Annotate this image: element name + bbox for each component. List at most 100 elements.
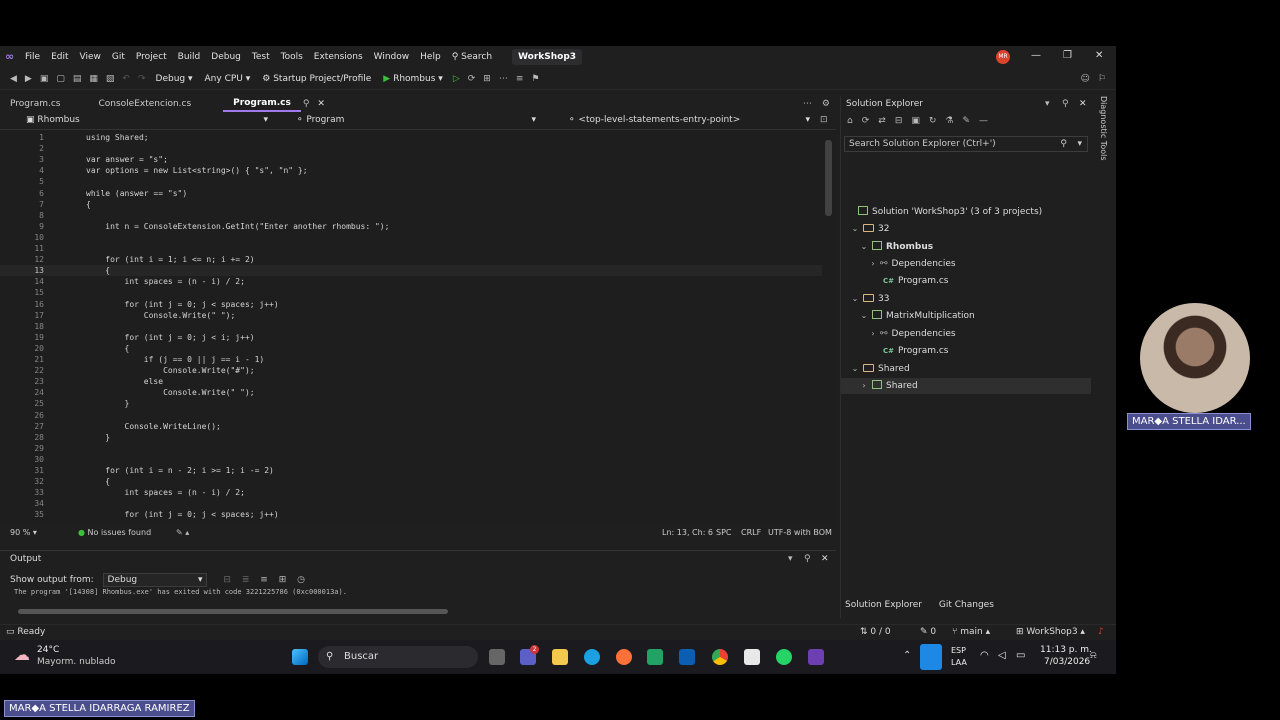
menu-build[interactable]: Build — [178, 52, 201, 62]
code-line[interactable]: 28 } — [0, 432, 822, 443]
code-line[interactable]: 14 int spaces = (n - i) / 2; — [0, 276, 822, 287]
menu-help[interactable]: Help — [420, 52, 441, 62]
show-all-files-icon[interactable]: ▣ — [911, 116, 920, 126]
type-dropdown[interactable]: ⚬ Program ▾ — [284, 115, 540, 129]
pending-changes[interactable]: ✎ 0 — [920, 627, 936, 637]
chevron-down-icon[interactable]: ⌄ — [850, 361, 860, 377]
hot-reload-icon[interactable]: ⟳ — [468, 74, 476, 84]
vertical-scrollbar[interactable] — [822, 130, 836, 526]
language-1[interactable]: ESP — [951, 646, 966, 655]
output-pin-icon[interactable]: ⚲ — [804, 554, 811, 564]
word-wrap-icon[interactable]: ≡ — [260, 575, 268, 585]
clock-icon[interactable]: ◷ — [297, 575, 305, 585]
tree-project-matrix[interactable]: ⌄ MatrixMultiplication — [841, 308, 1091, 324]
code-editor[interactable]: 1 using Shared; 2 3 var answer = "s"; 4 var op… — [0, 130, 822, 526]
cursor-position[interactable]: Ln: 13, Ch: 6 — [662, 528, 713, 537]
code-line[interactable]: 6 while (answer == "s") — [0, 188, 822, 199]
feedback-icon[interactable]: ⚐ — [1098, 74, 1106, 84]
menu-test[interactable]: Test — [252, 52, 270, 62]
branch-selector[interactable]: ⑂ main ▴ — [952, 627, 990, 637]
battery-icon[interactable]: ▭ — [1016, 650, 1025, 661]
tab-overflow-icon[interactable]: ⋯ — [803, 99, 812, 109]
code-line[interactable]: 5 — [0, 176, 822, 187]
redo-icon[interactable]: ↷ — [138, 74, 146, 84]
code-line[interactable]: 34 — [0, 498, 822, 509]
visual-studio-icon[interactable]: ∞ — [5, 51, 17, 63]
code-line[interactable]: 16 for (int j = 0; j < spaces; j++) — [0, 299, 822, 310]
firefox-icon[interactable] — [616, 649, 632, 665]
chevron-right-icon[interactable]: › — [868, 256, 878, 272]
menu-tools[interactable]: Tools — [281, 52, 303, 62]
close-tab-icon[interactable]: ✕ — [317, 99, 325, 109]
code-line[interactable]: 8 — [0, 210, 822, 221]
solex-options-icon[interactable]: ▾ — [1045, 99, 1050, 109]
code-line[interactable]: 30 — [0, 454, 822, 465]
tab-program-cs-1[interactable]: Program.cs — [0, 97, 70, 111]
whitespace-indicator[interactable]: SPC — [716, 528, 732, 537]
solex-pin-icon[interactable]: ⚲ — [1062, 99, 1069, 109]
code-line[interactable]: 29 — [0, 443, 822, 454]
undo-icon[interactable]: ↶ — [122, 74, 130, 84]
menu-view[interactable]: View — [80, 52, 101, 62]
code-line[interactable]: 12 for (int i = 1; i <= n; i += 2) — [0, 254, 822, 265]
code-line[interactable]: 22 Console.Write("#"); — [0, 365, 822, 376]
bookmark-icon[interactable]: ⚑ — [531, 74, 539, 84]
tree-project-shared[interactable]: › Shared — [841, 378, 1091, 394]
code-line[interactable]: 24 Console.Write(" "); — [0, 387, 822, 398]
outlook-icon[interactable] — [679, 649, 695, 665]
platform-dropdown[interactable]: Any CPU ▾ — [205, 74, 251, 84]
collapse-all-icon[interactable]: ⊟ — [895, 116, 903, 126]
solution-config-dropdown[interactable]: Debug ▾ — [156, 74, 193, 84]
excel-icon[interactable] — [647, 649, 663, 665]
code-line[interactable]: 31 for (int i = n - 2; i >= 1; i -= 2) — [0, 465, 822, 476]
code-line[interactable]: 4 var options = new List<string>() { "s",… — [0, 165, 822, 176]
task-view-icon[interactable] — [489, 649, 505, 665]
startup-project-dropdown[interactable]: ⚙ Startup Project/Profile — [262, 74, 371, 84]
code-line[interactable]: 23 else — [0, 376, 822, 387]
switch-views-icon[interactable]: ⇄ — [878, 116, 886, 126]
chevron-right-icon[interactable]: › — [868, 326, 878, 342]
volume-icon[interactable]: ◁ — [998, 650, 1006, 661]
pin-icon[interactable]: ⚲ — [303, 99, 310, 109]
find-icon[interactable]: ⊟ — [223, 575, 231, 585]
refresh-icon[interactable]: ↻ — [929, 116, 937, 126]
code-line[interactable]: 20 { — [0, 343, 822, 354]
close-window-icon[interactable]: ✕ — [1095, 50, 1103, 61]
solex-search-input[interactable]: Search Solution Explorer (Ctrl+') ⚲ ▾ — [844, 136, 1088, 152]
notifications-icon[interactable]: ♪ — [1098, 627, 1104, 637]
code-line[interactable]: 25 } — [0, 398, 822, 409]
new-project-icon[interactable]: ▣ — [40, 74, 49, 84]
toggle-icon[interactable]: ⊞ — [279, 575, 287, 585]
repo-selector[interactable]: ⊞ WorkShop3 ▴ — [1016, 627, 1085, 637]
output-source-select[interactable]: Debug ▾ — [102, 573, 207, 587]
chevron-down-icon[interactable]: ⌄ — [850, 221, 860, 237]
chevron-down-icon[interactable]: ⌄ — [859, 308, 869, 324]
toolbar-more-icon[interactable]: ⋯ — [499, 74, 508, 84]
code-line[interactable]: 1 using Shared; — [0, 132, 822, 143]
tree-program-cs-rhombus[interactable]: C# Program.cs — [841, 273, 1091, 289]
chrome-icon[interactable] — [712, 649, 728, 665]
minimize-icon[interactable]: — — [1031, 50, 1041, 61]
code-line[interactable]: 10 — [0, 232, 822, 243]
tab-settings-icon[interactable]: ⚙ — [822, 99, 830, 109]
code-line[interactable]: 35 for (int j = 0; j < spaces; j++) — [0, 509, 822, 520]
start-without-debugging-icon[interactable]: ▷ — [453, 74, 460, 84]
output-options-icon[interactable]: ▾ — [788, 554, 793, 564]
chevron-down-icon[interactable]: ⌄ — [850, 291, 860, 307]
tab-git-changes[interactable]: Git Changes — [939, 600, 994, 610]
filter-icon[interactable]: ⚗ — [945, 116, 953, 126]
chevron-down-icon[interactable]: ⌄ — [859, 239, 869, 255]
brush-icon[interactable]: ✎ ▴ — [176, 528, 189, 537]
open-icon[interactable]: ▤ — [73, 74, 82, 84]
language-2[interactable]: LAA — [951, 658, 967, 667]
tree-project-rhombus[interactable]: ⌄ Rhombus — [841, 239, 1091, 255]
save-all-icon[interactable]: ▧ — [106, 74, 115, 84]
menu-edit[interactable]: Edit — [51, 52, 68, 62]
output-horizontal-scrollbar[interactable] — [18, 609, 448, 614]
code-line[interactable]: 15 — [0, 287, 822, 298]
tab-solution-explorer[interactable]: Solution Explorer — [845, 600, 922, 610]
whatsapp-icon[interactable] — [776, 649, 792, 665]
home-icon[interactable]: ⌂ — [847, 116, 853, 126]
diagnostic-tools-tab[interactable]: Diagnostic Tools — [1096, 96, 1108, 186]
tree-dependencies-matrix[interactable]: › ⚯ Dependencies — [841, 326, 1091, 342]
